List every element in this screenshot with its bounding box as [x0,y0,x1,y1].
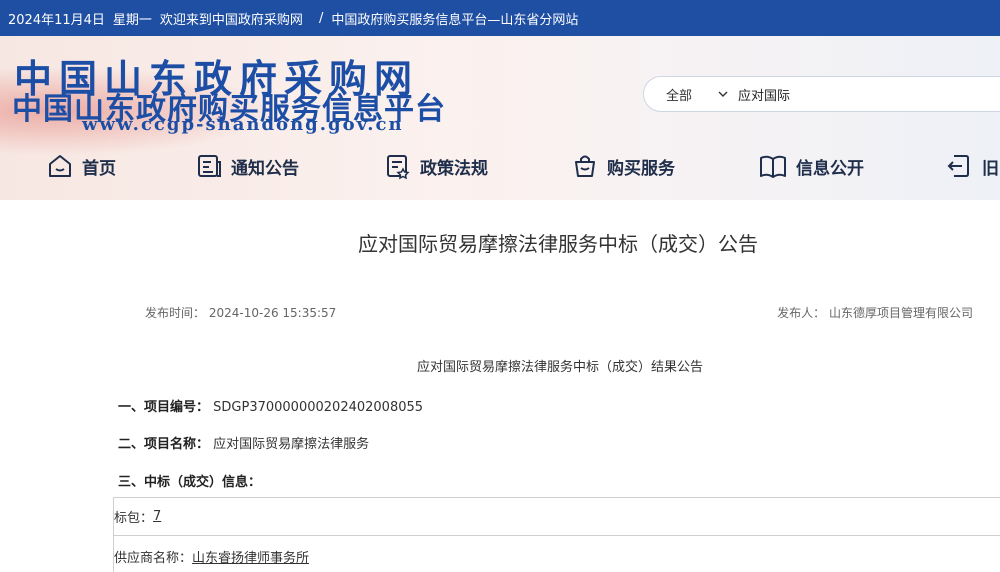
nav-item-label: 政策法规 [420,158,488,179]
welcome-link[interactable]: 欢迎来到中国政府采购网 [160,9,303,28]
table-row: 供应商名称： 山东睿扬律师事务所 [114,536,1000,572]
nav-item-label: 旧 [982,158,999,179]
nav-item-label: 首页 [82,158,116,179]
project-number: 一、项目编号： SDGP370000000202402008055 [118,396,423,415]
lot-value: 7 [153,509,162,524]
publish-time-label: 发布时间： [145,306,206,320]
project-number-label: 一、项目编号： [118,400,210,415]
exit-icon [947,155,969,177]
site-logo-url: www.ccgp-shandong.gov.cn [82,114,404,135]
basket-icon [575,155,595,177]
supplier-value: 山东睿扬律师事务所 [192,550,310,566]
site-header: 中国山东政府采购网 中国山东政府购买服务信息平台 www.ccgp-shando… [0,36,1000,200]
separator: / [318,10,324,26]
table-row: 标包： 7 [114,498,1000,536]
supplier-label: 供应商名称： [114,550,193,566]
notice-icon [198,155,221,177]
chevron-down-icon[interactable] [718,87,732,101]
publisher-label: 发布人： [777,306,826,320]
search-input[interactable] [738,86,958,102]
nav-item-label: 信息公开 [796,158,864,179]
project-name-label: 二、项目名称： [118,437,210,452]
award-table: 标包： 7 供应商名称： 山东睿扬律师事务所 [113,497,1000,572]
page-title: 应对国际贸易摩擦法律服务中标（成交）公告 [358,232,758,256]
project-number-value: SDGP370000000202402008055 [213,400,424,415]
article-subtitle: 应对国际贸易摩擦法律服务中标（成交）结果公告 [416,360,703,375]
nav-item-old[interactable]: 旧 [946,144,999,188]
award-info-heading: 三、中标（成交）信息： [118,471,261,490]
top-bar: 2024年11月4日 星期一 欢迎来到中国政府采购网 / 中国政府购买服务信息平… [0,0,1000,36]
nav-item-notice[interactable]: 通知公告 [195,144,299,188]
nav-item-policy[interactable]: 政策法规 [384,144,488,188]
project-name-value: 应对国际贸易摩擦法律服务 [213,437,370,452]
weekday-text: 星期一 [112,12,152,28]
lot-label: 标包： [114,511,154,526]
platform-link[interactable]: 中国政府购买服务信息平台—山东省分网站 [331,9,578,28]
nav-item-services[interactable]: 购买服务 [571,144,675,188]
home-icon [49,155,71,177]
nav-item-home[interactable]: 首页 [46,144,116,188]
policy-icon [387,155,410,180]
publish-time: 发布时间： 2024-10-26 15:35:57 [145,304,336,321]
search-scope-select[interactable]: 全部 [666,85,712,104]
publish-time-value: 2024-10-26 15:35:57 [208,306,337,320]
publisher: 发布人： 山东德厚项目管理有限公司 [777,304,973,321]
nav-item-label: 通知公告 [231,158,299,179]
nav-item-label: 购买服务 [607,158,675,179]
search-bar[interactable]: 全部 [643,76,1000,112]
nav-item-disclosure[interactable]: 信息公开 [758,144,864,188]
date-text: 2024年11月4日 [8,12,105,28]
award-info-label: 三、中标（成交）信息： [118,475,262,490]
project-name: 二、项目名称： 应对国际贸易摩擦法律服务 [118,433,369,452]
book-icon [760,155,786,178]
main-nav: 首页 通知公告 政策法规 购买服务 信息公开 旧 [0,144,1000,188]
publisher-value: 山东德厚项目管理有限公司 [828,306,973,320]
